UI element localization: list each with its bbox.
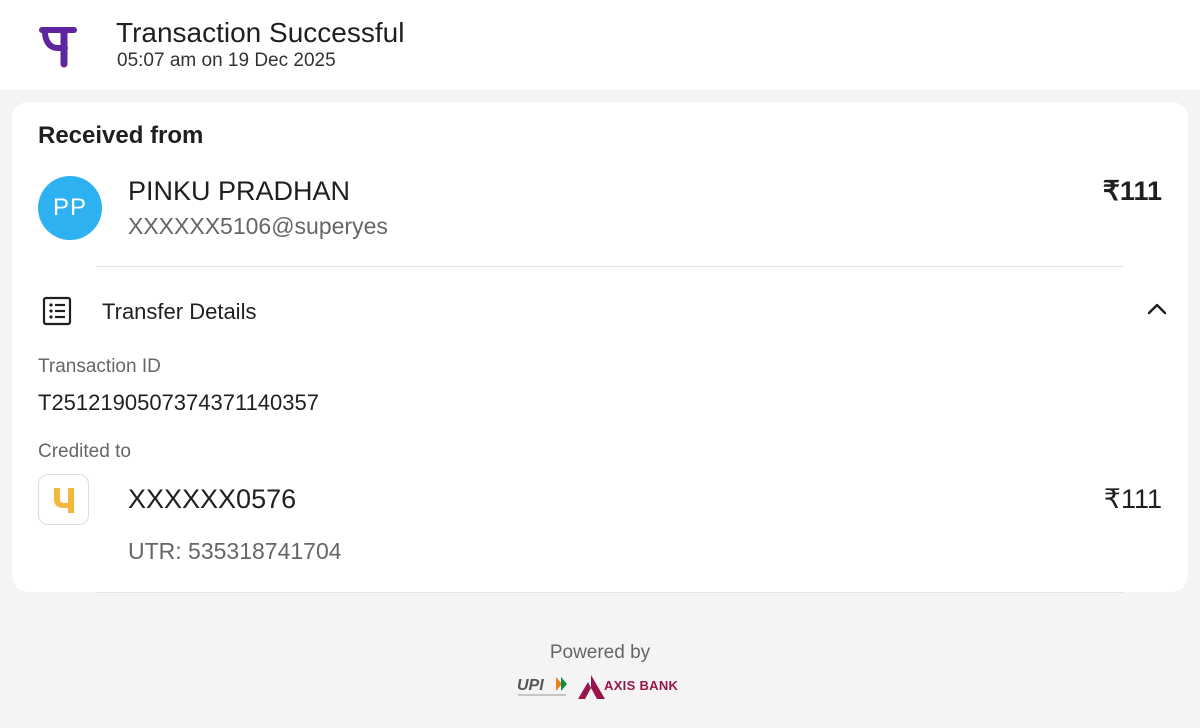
axis-bank-logo: AXIS BANK <box>578 672 684 702</box>
sender-vpa: XXXXXX5106@superyes <box>128 213 388 239</box>
axis-bank-text: AXIS BANK <box>604 678 679 693</box>
phonepe-logo-icon <box>39 27 77 68</box>
upi-logo-icon: UPI <box>517 677 567 696</box>
receipt-list-icon <box>42 296 72 326</box>
powered-by-label: Powered by <box>549 642 651 663</box>
transaction-id-value: T2512190507374371140357 <box>38 390 319 415</box>
sender-name: PINKU PRADHAN <box>128 176 351 206</box>
upi-logo-text: UPI <box>517 677 544 694</box>
transfer-details-toggle[interactable]: Transfer Details <box>12 282 1188 342</box>
credited-to-label: Credited to <box>38 441 131 462</box>
axis-bank-mark-icon <box>578 675 605 699</box>
transaction-card: Received from PP PINKU PRADHAN XXXXXX510… <box>12 102 1188 593</box>
footer-logos: UPI AXIS BANK <box>516 672 686 702</box>
bank-logo-glyph <box>53 487 74 513</box>
divider <box>96 592 1124 593</box>
header: Transaction Successful 05:07 am on 19 De… <box>0 0 1200 90</box>
credited-account-number: XXXXXX0576 <box>128 484 297 514</box>
divider <box>96 266 1124 267</box>
transfer-details-label: Transfer Details <box>102 299 257 324</box>
avatar: PP <box>38 176 102 240</box>
transaction-datetime: 05:07 am on 19 Dec 2025 <box>117 50 336 71</box>
bank-logo-icon <box>38 474 89 525</box>
chevron-up-icon[interactable] <box>1146 298 1168 320</box>
transaction-id-label: Transaction ID <box>38 356 161 377</box>
received-from-label: Received from <box>38 122 204 149</box>
received-amount: ₹111 <box>1102 176 1162 206</box>
page-title: Transaction Successful <box>116 17 405 48</box>
utr-number: UTR: 535318741704 <box>128 538 342 564</box>
credited-amount: ₹111 <box>1103 484 1162 514</box>
